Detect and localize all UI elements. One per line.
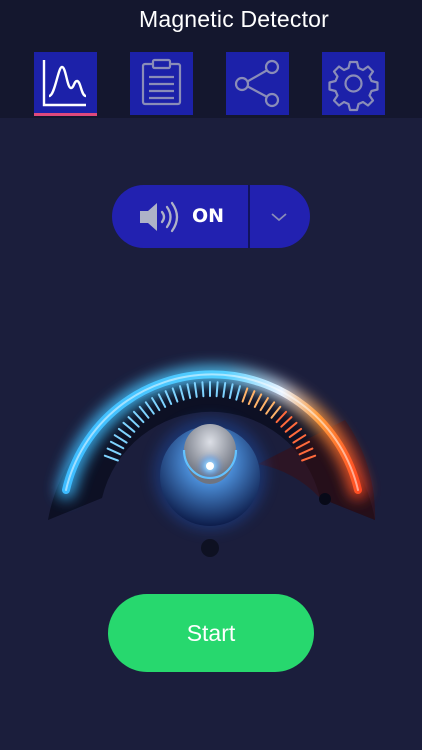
- chevron-down-icon: [271, 213, 287, 222]
- sound-status-label: ON: [192, 205, 225, 227]
- app-title: Magnetic Detector: [138, 6, 330, 32]
- gauge-indicator-dot: [201, 539, 219, 557]
- start-button[interactable]: Start: [108, 594, 314, 672]
- speaker-icon: [140, 201, 179, 233]
- sound-control: ON: [112, 185, 310, 248]
- tab-selected-indicator: [34, 113, 97, 116]
- clipboard-icon: [141, 58, 182, 106]
- gear-icon: [328, 60, 379, 112]
- gauge-graphic: [48, 365, 376, 557]
- tab-settings[interactable]: [322, 52, 385, 115]
- magnetic-gauge: [0, 250, 422, 570]
- share-icon: [234, 59, 280, 108]
- tab-log[interactable]: [130, 52, 193, 115]
- line-chart-icon: [42, 60, 87, 107]
- tab-graph[interactable]: [34, 52, 97, 115]
- gauge-tick: [215, 381, 219, 398]
- sound-toggle[interactable]: ON: [112, 185, 248, 248]
- gauge-tick: [201, 381, 205, 398]
- tab-share[interactable]: [226, 52, 289, 115]
- app-header: Magnetic Detector: [0, 0, 422, 118]
- sound-dropdown-button[interactable]: [250, 185, 310, 248]
